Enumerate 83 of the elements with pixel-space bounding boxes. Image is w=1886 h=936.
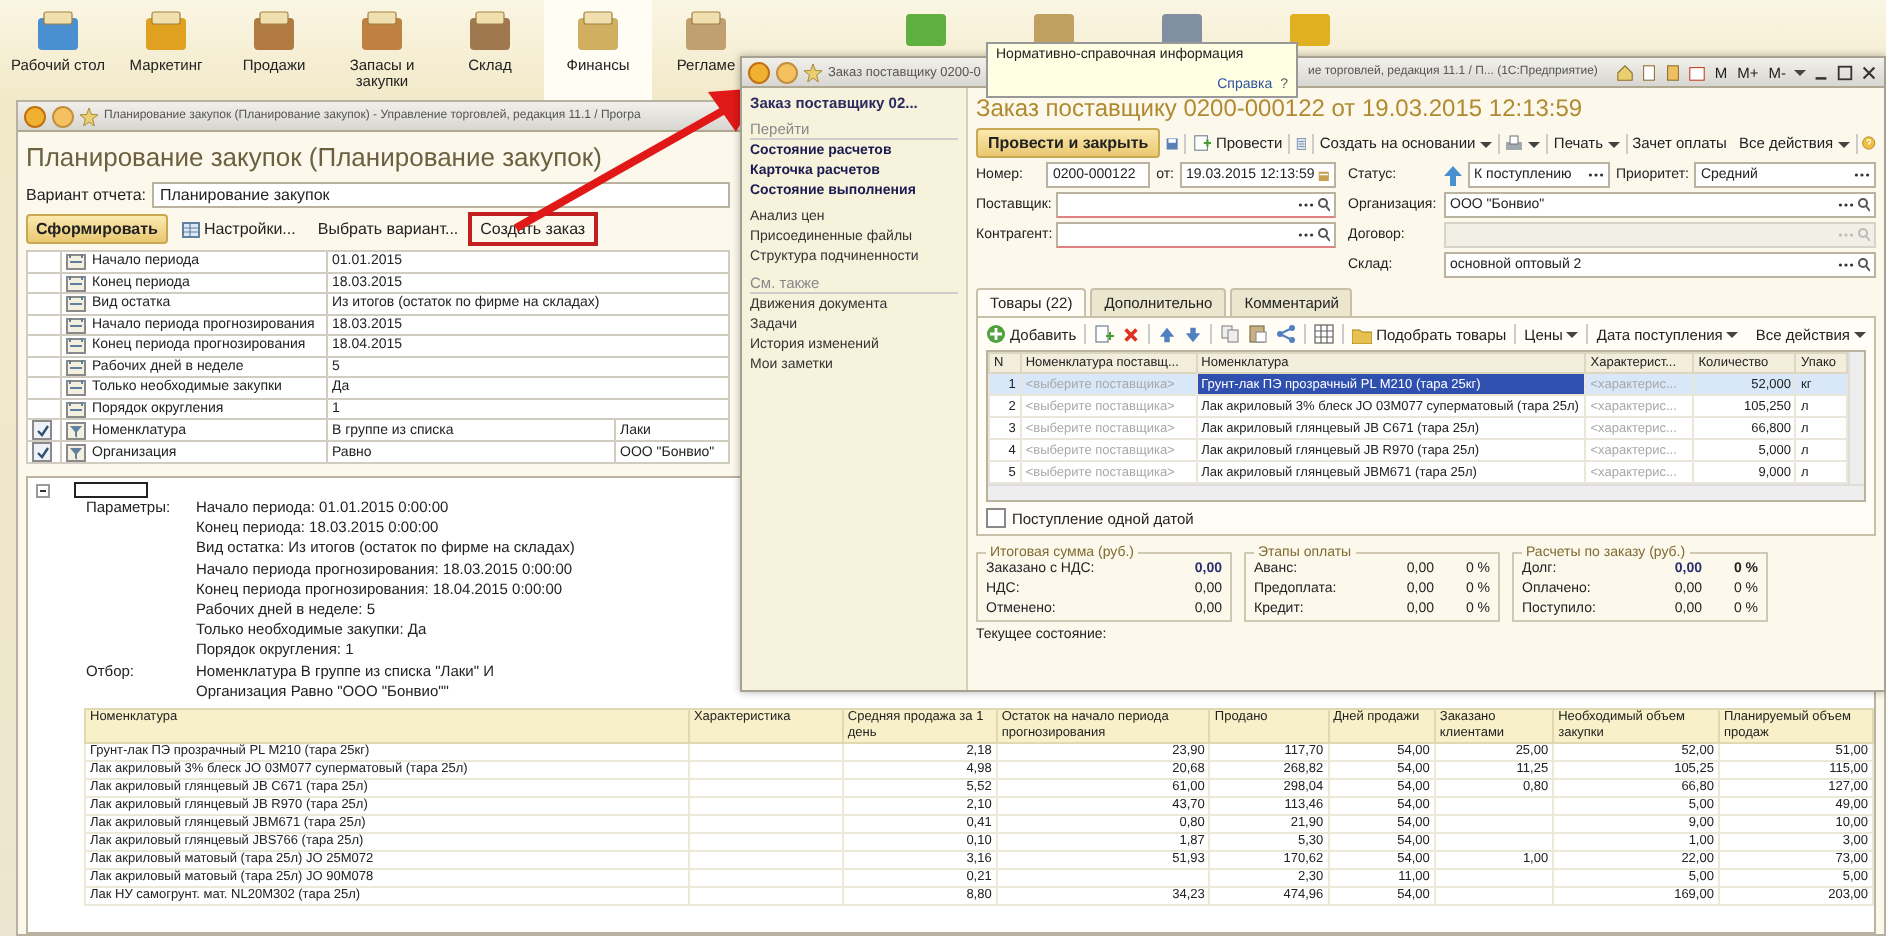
ellipsis-icon	[1838, 232, 1854, 238]
up-arrow-icon	[1444, 165, 1462, 185]
copy-icon[interactable]	[1220, 324, 1241, 344]
move-up-icon[interactable]	[1158, 325, 1177, 343]
parameter-icon	[66, 336, 86, 355]
paste-icon[interactable]	[1248, 324, 1269, 344]
list-icon[interactable]	[1295, 133, 1307, 153]
move-down-icon[interactable]	[1184, 325, 1203, 343]
parameter-icon	[66, 315, 86, 334]
delete-icon[interactable]	[1122, 325, 1141, 343]
checkbox[interactable]	[986, 508, 1006, 528]
search-icon	[1858, 228, 1870, 242]
ellipsis-icon	[1838, 202, 1854, 208]
variant-field[interactable]: Планирование закупок	[152, 182, 730, 208]
copy-icon[interactable]	[1094, 324, 1115, 344]
counterparty-field[interactable]	[1056, 222, 1336, 248]
supplier-field[interactable]	[1056, 192, 1336, 218]
parameter-icon	[66, 378, 86, 397]
plus-icon	[986, 324, 1006, 344]
star-icon[interactable]	[80, 107, 98, 125]
ellipsis-icon	[1588, 172, 1604, 178]
selected-cell[interactable]	[74, 482, 148, 498]
box-icon	[356, 8, 408, 56]
print-options-button[interactable]	[1504, 133, 1541, 153]
caret-icon	[1837, 137, 1850, 149]
box-icon	[248, 8, 300, 56]
box-icon	[140, 8, 192, 56]
scrollbar[interactable]	[1848, 352, 1864, 484]
filter-icon	[66, 443, 86, 461]
scrollbar[interactable]	[988, 484, 1864, 500]
star-icon[interactable]	[804, 63, 822, 81]
folder-icon	[1352, 325, 1373, 343]
parameter-icon	[66, 357, 86, 376]
caret-icon	[1479, 137, 1492, 149]
checkbox[interactable]	[32, 442, 52, 462]
collapse-icon[interactable]	[36, 483, 50, 497]
variant-label: Вариант отчета:	[26, 186, 146, 204]
help-icon[interactable]	[1862, 132, 1876, 154]
menu-icon[interactable]	[52, 105, 74, 127]
ellipsis-icon	[1854, 172, 1870, 178]
document-heading: Заказ поставщику 0200-000122 от 19.03.2015 12:13:59	[976, 94, 1585, 122]
caret-icon	[1726, 328, 1739, 340]
report-heading: Планирование закупок (Планирование закупок)	[26, 140, 604, 176]
close-icon[interactable]	[1860, 63, 1878, 81]
box-icon	[32, 8, 84, 56]
toolbar-button[interactable]: Сформировать	[26, 214, 168, 244]
menu-icon[interactable]	[776, 61, 798, 83]
maximize-icon[interactable]	[1836, 63, 1854, 81]
filter-icon	[66, 421, 86, 439]
ellipsis-icon	[1298, 232, 1314, 238]
caret-icon	[1528, 137, 1541, 149]
toolbar-button[interactable]: Настройки...	[173, 216, 304, 242]
printer-icon	[1504, 133, 1525, 153]
share-icon[interactable]	[1276, 324, 1297, 344]
box-icon	[680, 8, 732, 56]
box-icon	[464, 8, 516, 56]
post-and-close-button[interactable]: Провести и закрыть	[976, 128, 1161, 158]
caret-icon	[1854, 328, 1866, 340]
parameter-icon	[66, 252, 86, 271]
table-icon	[181, 221, 200, 237]
toolbar-button[interactable]: Выбрать вариант...	[309, 216, 467, 242]
box-icon	[572, 8, 624, 56]
parameter-icon	[66, 273, 86, 292]
search-icon	[1858, 198, 1870, 212]
logo-icon[interactable]	[748, 61, 770, 83]
logo-icon[interactable]	[24, 105, 46, 127]
ellipsis-icon	[1838, 262, 1854, 268]
search-icon	[1318, 198, 1330, 212]
ellipsis-icon	[1298, 202, 1314, 208]
toolbar-button[interactable]: Создать заказ	[472, 216, 594, 242]
search-icon	[1318, 228, 1330, 242]
document-icon[interactable]	[1640, 63, 1659, 81]
grid-icon[interactable]	[1314, 324, 1335, 344]
save-icon[interactable]	[1166, 133, 1179, 153]
checkbox[interactable]	[32, 420, 52, 440]
caret-icon	[1566, 328, 1579, 340]
parameter-icon	[66, 294, 86, 313]
search-icon	[1858, 258, 1870, 272]
caret-icon[interactable]	[1794, 66, 1806, 78]
document-plus-icon	[1191, 134, 1212, 152]
parameter-icon	[66, 399, 86, 418]
home-icon[interactable]	[1616, 63, 1635, 81]
caret-icon	[1607, 137, 1619, 149]
